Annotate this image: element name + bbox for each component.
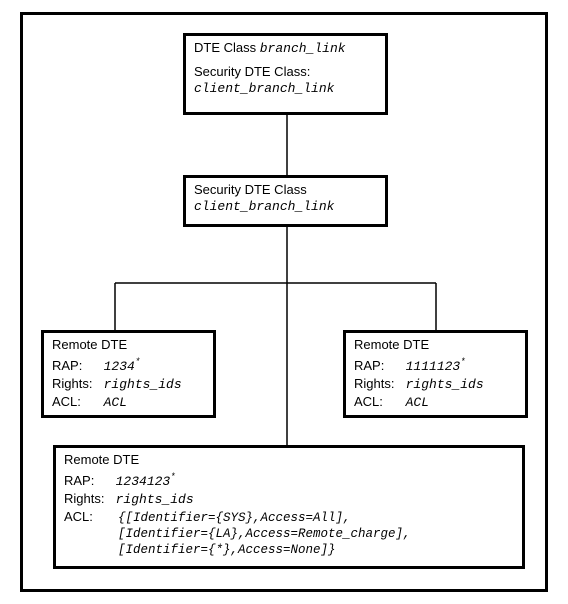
- rap-value: 1234123: [116, 474, 171, 489]
- rap-row: RAP: 1234*: [52, 358, 205, 376]
- rights-value: rights_ids: [406, 377, 484, 392]
- rights-value: rights_ids: [116, 492, 194, 507]
- acl-label: ACL:: [64, 509, 118, 526]
- acl-label: ACL:: [354, 394, 402, 411]
- rap-row: RAP: 1111123*: [354, 358, 517, 376]
- security-class-value: client_branch_link: [194, 199, 377, 216]
- acl-line3: [Identifier={*},Access=None]}: [118, 542, 514, 558]
- acl-line1: {[Identifier={SYS},Access=All],: [118, 511, 351, 525]
- remote-dte-title: Remote DTE: [64, 452, 514, 469]
- acl-row: ACL: ACL: [52, 394, 205, 412]
- acl-row: ACL:{[Identifier={SYS},Access=All],: [64, 509, 514, 526]
- rights-label: Rights:: [64, 491, 112, 508]
- security-dte-class-label: Security DTE Class:: [194, 64, 377, 81]
- rights-row: Rights: rights_ids: [52, 376, 205, 394]
- acl-label: ACL:: [52, 394, 100, 411]
- remote-dte-bottom: Remote DTE RAP: 1234123* Rights: rights_…: [53, 445, 525, 569]
- rap-label: RAP:: [64, 473, 112, 490]
- security-dte-class-box: Security DTE Class client_branch_link: [183, 175, 388, 227]
- rap-label: RAP:: [52, 358, 100, 375]
- rap-value: 1234: [104, 359, 135, 374]
- remote-dte-left: Remote DTE RAP: 1234* Rights: rights_ids…: [41, 330, 216, 418]
- rights-label: Rights:: [52, 376, 100, 393]
- remote-dte-title: Remote DTE: [354, 337, 517, 354]
- rights-row: Rights: rights_ids: [64, 491, 514, 509]
- acl-line2: [Identifier={LA},Access=Remote_charge],: [118, 526, 514, 542]
- dte-class-label: DTE Class: [194, 40, 256, 57]
- dte-class-line: DTE Class branch_link: [194, 40, 377, 58]
- rights-value: rights_ids: [104, 377, 182, 392]
- remote-dte-right: Remote DTE RAP: 1111123* Rights: rights_…: [343, 330, 528, 418]
- rap-star: *: [170, 472, 175, 482]
- rap-label: RAP:: [354, 358, 402, 375]
- rap-value: 1111123: [406, 359, 461, 374]
- dte-class-box: DTE Class branch_link Security DTE Class…: [183, 33, 388, 115]
- rap-row: RAP: 1234123*: [64, 473, 514, 491]
- rap-star: *: [135, 357, 140, 367]
- security-dte-class-value: client_branch_link: [194, 81, 377, 98]
- security-class-label: Security DTE Class: [194, 182, 377, 199]
- acl-value: ACL: [406, 395, 429, 410]
- diagram-frame: DTE Class branch_link Security DTE Class…: [20, 12, 548, 592]
- acl-value: ACL: [104, 395, 127, 410]
- dte-class-value: branch_link: [260, 41, 346, 56]
- acl-row: ACL: ACL: [354, 394, 517, 412]
- rights-label: Rights:: [354, 376, 402, 393]
- rights-row: Rights: rights_ids: [354, 376, 517, 394]
- remote-dte-title: Remote DTE: [52, 337, 205, 354]
- rap-star: *: [460, 357, 465, 367]
